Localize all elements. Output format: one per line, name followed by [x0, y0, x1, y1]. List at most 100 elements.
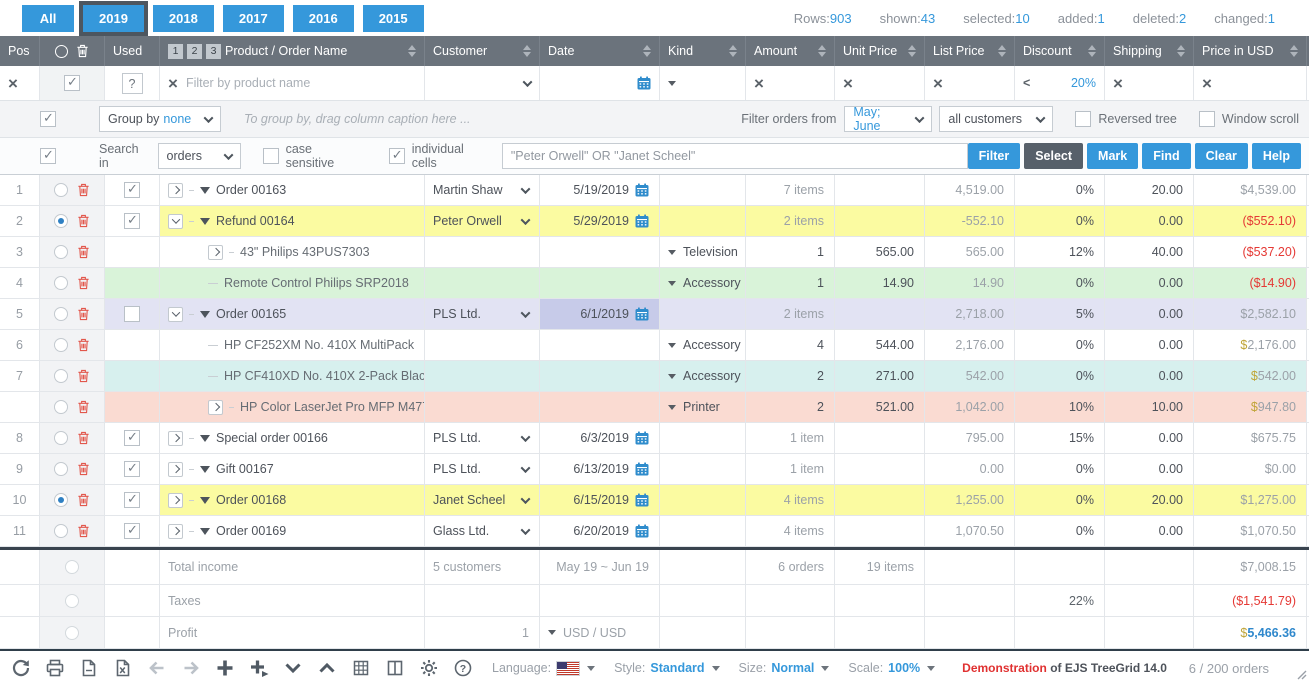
tab-2018[interactable]: 2018 [153, 5, 214, 32]
used-checkbox[interactable] [124, 492, 140, 508]
caret-down-icon[interactable] [200, 435, 210, 442]
trash-icon[interactable] [77, 307, 90, 321]
discount-cell[interactable]: 0% [1015, 206, 1105, 236]
product-cell[interactable]: 43" Philips 43PUS7303 [160, 237, 425, 267]
calendar-icon[interactable] [635, 214, 649, 228]
discount-filter-value[interactable]: 20% [1071, 76, 1096, 90]
discount-operator[interactable]: < [1023, 76, 1030, 90]
chevron-down-icon[interactable] [521, 494, 531, 504]
chevron-down-icon[interactable] [521, 525, 531, 535]
discount-cell[interactable]: 10% [1015, 392, 1105, 422]
expand-level-2-button[interactable]: 2 [187, 44, 202, 59]
row-radio-button[interactable] [54, 493, 68, 507]
price-value[interactable]: ($552.10) [1242, 214, 1296, 228]
summary-radio-button[interactable] [65, 560, 79, 574]
search-scope-select[interactable]: orders [158, 143, 241, 169]
calendar-icon[interactable] [635, 524, 649, 538]
summary-discount-cell[interactable] [1015, 550, 1105, 584]
calendar-icon[interactable] [635, 307, 649, 321]
row-name[interactable]: Special order 00166 [216, 431, 328, 445]
unit-price-cell[interactable]: 521.00 [835, 392, 925, 422]
row-radio-button[interactable] [54, 524, 68, 538]
customer-cell[interactable]: PLS Ltd. [425, 454, 540, 484]
kind-cell[interactable]: Television [660, 237, 746, 267]
product-cell[interactable]: Order 00169 [160, 516, 425, 546]
currency-caret-icon[interactable] [548, 630, 556, 635]
unit-price-cell[interactable]: 565.00 [835, 237, 925, 267]
customer-cell[interactable]: Janet Scheel [425, 485, 540, 515]
tab-2019[interactable]: 2019 [83, 5, 144, 32]
chevron-down-icon[interactable] [523, 77, 533, 87]
col-header-kind[interactable]: Kind [660, 36, 746, 66]
price-value[interactable]: 542.00 [1258, 369, 1296, 383]
product-cell[interactable]: Refund 00164 [160, 206, 425, 236]
amount-cell[interactable]: 4 items [746, 516, 835, 546]
unit-price-cell[interactable] [835, 299, 925, 329]
price-usd-cell[interactable]: $0.00 [1194, 454, 1307, 484]
price-usd-cell[interactable]: ($14.90) [1194, 268, 1307, 298]
expander-button[interactable] [168, 214, 183, 229]
caret-down-icon[interactable] [200, 311, 210, 318]
col-header-product[interactable]: 123Product / Order Name [160, 36, 425, 66]
price-value[interactable]: ($14.90) [1249, 276, 1296, 290]
list-price-cell[interactable]: 795.00 [925, 423, 1015, 453]
row-radio-button[interactable] [54, 462, 68, 476]
date-cell[interactable]: 6/3/2019 [540, 423, 660, 453]
price-value[interactable]: ($537.20) [1242, 245, 1296, 259]
price-value[interactable]: $2,582.10 [1240, 307, 1296, 321]
row-name[interactable]: Remote Control Philips SRP2018 [224, 276, 409, 290]
list-price-cell[interactable]: 2,718.00 [925, 299, 1015, 329]
col-header-discount[interactable]: Discount [1015, 36, 1105, 66]
customer-cell[interactable] [425, 237, 540, 267]
price-value[interactable]: $1,070.50 [1240, 524, 1296, 538]
col-header-customer[interactable]: Customer [425, 36, 540, 66]
list-price-cell[interactable]: 14.90 [925, 268, 1015, 298]
list-price-cell[interactable]: 2,176.00 [925, 330, 1015, 360]
amount-cell[interactable]: 2 items [746, 299, 835, 329]
chevron-down-icon[interactable] [521, 184, 531, 194]
date-cell[interactable] [540, 392, 660, 422]
unit-price-cell[interactable] [835, 454, 925, 484]
amount-cell[interactable]: 2 [746, 361, 835, 391]
discount-cell[interactable]: 0% [1015, 454, 1105, 484]
discount-cell[interactable]: 0% [1015, 330, 1105, 360]
individual-cells-checkbox[interactable] [389, 148, 405, 164]
col-header-amount[interactable]: Amount [746, 36, 835, 66]
size-dropdown[interactable]: Size: Normal [739, 661, 830, 675]
price-usd-cell[interactable]: $2,582.10 [1194, 299, 1307, 329]
row-name[interactable]: Refund 00164 [216, 214, 295, 228]
row-radio-button[interactable] [54, 245, 68, 259]
row-name[interactable]: 43" Philips 43PUS7303 [240, 245, 370, 259]
customer-cell[interactable]: Martin Shaw [425, 175, 540, 205]
pdf-icon[interactable] [78, 658, 99, 679]
row-radio-button[interactable] [54, 214, 68, 228]
amount-cell[interactable]: 2 [746, 392, 835, 422]
product-cell[interactable]: Order 00168 [160, 485, 425, 515]
price-usd-cell[interactable]: $1,275.00 [1194, 485, 1307, 515]
price-usd-cell[interactable]: $947.80 [1194, 392, 1307, 422]
kind-cell[interactable] [660, 299, 746, 329]
calendar-icon[interactable] [635, 431, 649, 445]
expand-all-icon[interactable] [282, 658, 303, 679]
group-bar-checkbox[interactable] [40, 111, 56, 127]
kind-cell[interactable]: Accessory [660, 361, 746, 391]
unit-price-cell[interactable] [835, 485, 925, 515]
used-checkbox[interactable] [124, 430, 140, 446]
price-usd-cell[interactable]: $2,176.00 [1194, 330, 1307, 360]
discount-cell[interactable]: 0% [1015, 268, 1105, 298]
customer-cell[interactable]: PLS Ltd. [425, 423, 540, 453]
product-cell[interactable]: Gift 00167 [160, 454, 425, 484]
expander-button[interactable] [168, 524, 183, 539]
col-header-shipping[interactable]: Shipping [1105, 36, 1194, 66]
find-button[interactable]: Find [1142, 143, 1190, 169]
unit-price-cell[interactable]: 14.90 [835, 268, 925, 298]
shipping-cell[interactable]: 0.00 [1105, 206, 1194, 236]
summary-radio-button[interactable] [65, 626, 79, 640]
amount-cell[interactable]: 4 [746, 330, 835, 360]
price-usd-cell[interactable]: $1,070.50 [1194, 516, 1307, 546]
trash-icon[interactable] [77, 524, 90, 538]
kind-cell[interactable]: Printer [660, 392, 746, 422]
chevron-down-icon[interactable] [521, 215, 531, 225]
clear-filter-icon[interactable]: × [1113, 75, 1123, 92]
price-value[interactable]: $7,008.15 [1240, 560, 1296, 574]
